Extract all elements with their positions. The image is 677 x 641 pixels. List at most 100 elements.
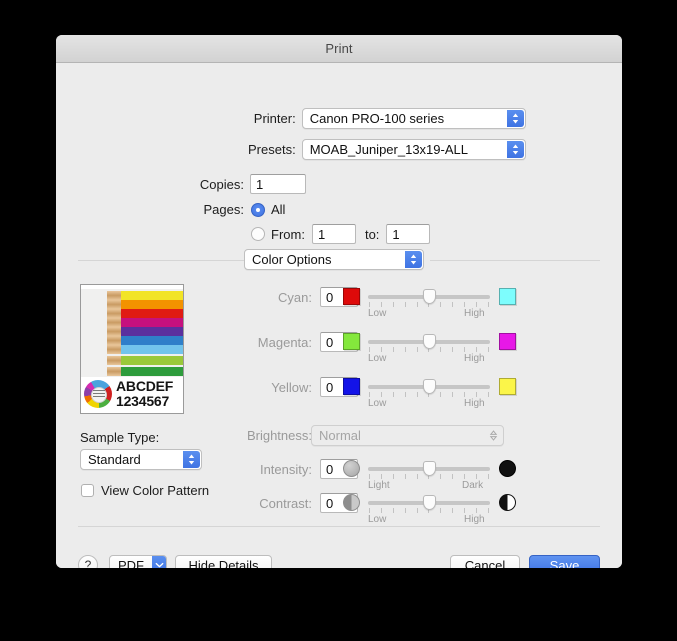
chevron-updown-icon [507, 110, 524, 127]
help-button[interactable]: ? [78, 555, 98, 568]
pencil [99, 309, 183, 318]
page-title: Print [325, 41, 353, 56]
printer-row: Printer: Canon PRO-100 series [56, 108, 526, 129]
copies-input[interactable]: 1 [250, 174, 306, 194]
sample-type-select[interactable]: Standard [80, 449, 202, 470]
pencil [99, 345, 183, 354]
save-button[interactable]: Save [529, 555, 600, 568]
view-color-pattern-checkbox[interactable] [81, 484, 94, 497]
intensity-label: Intensity: [259, 462, 312, 477]
presets-select[interactable]: MOAB_Juniper_13x19-ALL [301, 139, 526, 160]
preview-sample-row: ABCDEF 1234567 [81, 377, 183, 411]
pages-from-label: From: [271, 226, 305, 242]
cyan-left-swatch [343, 288, 360, 305]
wheel-lines [93, 390, 105, 399]
cyan-slider-knob[interactable] [423, 289, 436, 304]
yellow-label: Yellow: [271, 380, 312, 395]
hide-details-label: Hide Details [188, 557, 259, 569]
pages-range-radio[interactable] [251, 227, 265, 241]
pencils-image [81, 289, 183, 377]
cyan-right-swatch [499, 288, 516, 305]
presets-select-value: MOAB_Juniper_13x19-ALL [309, 142, 468, 157]
chevron-down-icon [152, 556, 166, 568]
contrast-low-icon [343, 494, 360, 511]
hide-details-button[interactable]: Hide Details [175, 555, 272, 568]
intensity-slider-knob[interactable] [423, 461, 436, 476]
light-circle-icon [343, 460, 360, 477]
yellow-left-swatch [343, 378, 360, 395]
copies-row: Copies: 1 [56, 174, 456, 194]
pages-to-label: to: [364, 226, 380, 242]
pencil [99, 318, 183, 327]
footer-separator [78, 526, 600, 527]
magenta-slider-knob[interactable] [423, 334, 436, 349]
preview-sample-line2: 1234567 [116, 393, 170, 409]
preview-page: ABCDEF 1234567 [81, 289, 183, 411]
pencil [99, 327, 183, 336]
printer-label: Printer: [253, 111, 296, 126]
magenta-left-swatch [343, 333, 360, 350]
pencil [99, 336, 183, 345]
chevron-updown-icon [405, 251, 422, 268]
contrast-high-label: High [464, 514, 485, 525]
pane-select-value: Color Options [252, 252, 332, 267]
pages-all-row: Pages: All [56, 202, 456, 217]
pages-from-input[interactable]: 1 [311, 224, 356, 244]
preview-sample-text: ABCDEF 1234567 [116, 379, 173, 408]
pane-select[interactable]: Color Options [244, 249, 424, 270]
pages-all-radio[interactable] [251, 202, 265, 217]
pencil [99, 291, 183, 300]
yellow-low-label: Low [368, 398, 387, 409]
dialog-titlebar[interactable]: Print [56, 35, 622, 63]
chevron-updown-icon [507, 141, 524, 158]
chevron-updown-icon [485, 427, 502, 444]
save-label: Save [549, 557, 580, 569]
printer-select[interactable]: Canon PRO-100 series [301, 108, 526, 129]
magenta-high-label: High [464, 353, 485, 364]
print-preview-thumbnail: ABCDEF 1234567 [80, 284, 184, 414]
pdf-button-label: PDF [118, 557, 144, 569]
pencil [99, 356, 183, 365]
pencil [99, 367, 183, 376]
cancel-label: Cancel [464, 557, 506, 569]
magenta-label: Magenta: [257, 335, 312, 350]
pages-label: Pages: [203, 202, 244, 217]
screen: Print Printer: Canon PRO-100 series Pres… [0, 0, 677, 641]
magenta-low-label: Low [368, 353, 387, 364]
sample-type-value: Standard [88, 452, 141, 467]
help-icon: ? [84, 558, 92, 568]
contrast-label: Contrast: [259, 496, 312, 511]
dark-circle-icon [499, 460, 516, 477]
contrast-slider-knob[interactable] [423, 495, 436, 510]
print-dialog: Print Printer: Canon PRO-100 series Pres… [56, 35, 622, 568]
yellow-high-label: High [464, 398, 485, 409]
pages-all-option[interactable]: All [251, 202, 285, 217]
view-color-pattern-row[interactable]: View Color Pattern [81, 483, 209, 498]
preview-sample-line1: ABCDEF [116, 378, 174, 395]
cyan-label: Cyan: [278, 290, 312, 305]
dialog-body: Printer: Canon PRO-100 series Presets: M… [56, 63, 622, 568]
intensity-low-label: Light [368, 480, 390, 491]
contrast-high-icon [499, 494, 516, 511]
brightness-select[interactable]: Normal [311, 425, 504, 446]
pane-separator-right [430, 260, 600, 261]
intensity-high-label: Dark [462, 480, 484, 491]
pdf-button[interactable]: PDF [109, 555, 167, 568]
color-wheel-icon [84, 380, 112, 408]
pages-to-input[interactable]: 1 [386, 224, 431, 244]
pages-all-label: All [271, 202, 286, 217]
pages-range-option[interactable]: From: [251, 227, 305, 242]
presets-row: Presets: MOAB_Juniper_13x19-ALL [56, 139, 526, 160]
yellow-right-swatch [499, 378, 516, 395]
cancel-button[interactable]: Cancel [450, 555, 520, 568]
brightness-value: Normal [319, 428, 361, 443]
pencil [99, 300, 183, 309]
cyan-low-label: Low [368, 308, 387, 319]
printer-select-value: Canon PRO-100 series [309, 111, 445, 126]
contrast-low-label: Low [368, 514, 387, 525]
presets-label: Presets: [248, 142, 296, 157]
cyan-high-label: High [464, 308, 485, 319]
yellow-slider-knob[interactable] [423, 379, 436, 394]
view-color-pattern-label: View Color Pattern [101, 483, 210, 498]
pages-range-row: From: 1 to: 1 [56, 224, 476, 244]
